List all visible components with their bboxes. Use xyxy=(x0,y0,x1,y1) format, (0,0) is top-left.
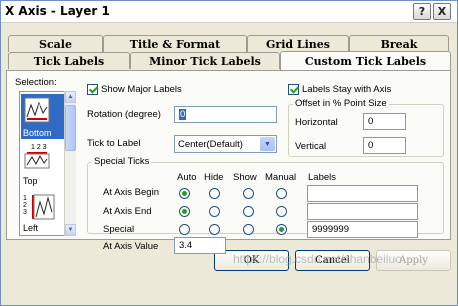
special-label-value: 9999999 xyxy=(312,224,349,235)
tab-label: Minor Tick Labels xyxy=(149,54,261,68)
tab-tick-labels[interactable]: Tick Labels xyxy=(8,52,130,69)
list-item-label: Bottom xyxy=(23,128,52,138)
vertical-offset-value: 0 xyxy=(368,140,374,151)
horizontal-offset-input[interactable]: 0 xyxy=(363,113,406,130)
selection-label: Selection: xyxy=(15,77,57,88)
close-icon: X xyxy=(437,5,447,18)
axis-begin-auto-radio[interactable] xyxy=(179,188,190,199)
axis-end-show-radio[interactable] xyxy=(243,206,254,217)
column-header-manual: Manual xyxy=(265,172,297,183)
tab-grid-lines[interactable]: Grid Lines xyxy=(247,35,349,52)
list-item-label: Left xyxy=(23,223,39,233)
list-scrollbar[interactable]: ▲ ▼ xyxy=(64,91,76,236)
axis-value-input[interactable]: 3.4 xyxy=(174,237,226,254)
column-header-labels: Labels xyxy=(308,172,336,183)
dropdown-arrow-icon[interactable]: ▼ xyxy=(260,137,275,151)
at-axis-value-label: At Axis Value xyxy=(103,241,159,252)
tab-title-format[interactable]: Title & Format xyxy=(103,35,247,52)
tab-label: Grid Lines xyxy=(266,37,330,51)
chevron-down-icon: ▼ xyxy=(67,227,74,233)
tab-custom-tick-labels[interactable]: Custom Tick Labels xyxy=(280,51,451,70)
axis-value: 3.4 xyxy=(179,240,193,251)
row-label-axis-end: At Axis End xyxy=(103,206,152,217)
scroll-thumb[interactable] xyxy=(65,105,76,151)
axis-dialog: X Axis - Layer 1 ? X Scale Title & Forma… xyxy=(0,0,458,306)
top-axis-icon xyxy=(24,152,50,169)
help-icon: ? xyxy=(418,5,426,18)
show-major-labels-checkbox[interactable] xyxy=(87,84,98,95)
axis-icon-digits: 1 2 3 xyxy=(31,144,47,151)
rotation-value: 0 xyxy=(179,109,187,120)
list-item-left[interactable]: 1 2 3 Left xyxy=(21,189,65,234)
row-label-axis-begin: At Axis Begin xyxy=(103,187,159,198)
horizontal-label: Horizontal xyxy=(295,117,338,128)
axis-end-hide-radio[interactable] xyxy=(209,206,220,217)
column-header-auto: Auto xyxy=(177,172,197,183)
axis-icon-digits: 1 2 3 xyxy=(32,101,48,108)
list-item-top[interactable]: 1 2 3 Top xyxy=(21,142,65,187)
horizontal-offset-value: 0 xyxy=(368,116,374,127)
axis-begin-label-input[interactable] xyxy=(307,185,418,202)
watermark: https://blog.csdn.net/zhanbeiluo xyxy=(233,252,402,266)
apply-button-label: Apply xyxy=(399,255,428,266)
tab-label: Tick Labels xyxy=(33,54,105,68)
axis-begin-show-radio[interactable] xyxy=(243,188,254,199)
axis-begin-hide-radio[interactable] xyxy=(209,188,220,199)
window-title: X Axis - Layer 1 xyxy=(5,4,110,18)
scroll-down-button[interactable]: ▼ xyxy=(65,224,76,236)
axis-icon-digits: 1 2 3 xyxy=(23,195,27,216)
axis-end-label-input[interactable] xyxy=(307,203,418,220)
rotation-label: Rotation (degree) xyxy=(87,109,161,120)
tab-scale[interactable]: Scale xyxy=(8,35,103,52)
tab-label: Title & Format xyxy=(129,37,221,51)
close-button[interactable]: X xyxy=(433,3,451,20)
tick-to-label-label: Tick to Label xyxy=(87,138,141,149)
tick-to-label-value: Center(Default) xyxy=(178,139,243,150)
special-manual-radio[interactable] xyxy=(276,224,287,235)
axis-end-manual-radio[interactable] xyxy=(276,206,287,217)
show-major-labels-label: Show Major Labels xyxy=(101,84,182,95)
help-button[interactable]: ? xyxy=(413,3,431,20)
tab-break[interactable]: Break xyxy=(349,35,449,52)
labels-stay-with-axis-label: Labels Stay with Axis xyxy=(302,84,392,95)
vertical-offset-input[interactable]: 0 xyxy=(363,137,406,154)
special-show-radio[interactable] xyxy=(243,224,254,235)
labels-stay-with-axis-checkbox[interactable] xyxy=(288,84,299,95)
tab-minor-tick-labels[interactable]: Minor Tick Labels xyxy=(130,52,280,69)
column-header-show: Show xyxy=(233,172,257,183)
title-bar: X Axis - Layer 1 ? X xyxy=(1,1,457,23)
list-item-bottom[interactable]: 1 2 3 Bottom xyxy=(21,94,65,139)
rotation-input[interactable]: 0 xyxy=(174,106,277,123)
axis-end-auto-radio[interactable] xyxy=(179,206,190,217)
row-label-special: Special xyxy=(103,224,135,235)
vertical-label: Vertical xyxy=(295,141,327,152)
special-auto-radio[interactable] xyxy=(179,224,190,235)
list-item-label: Top xyxy=(23,176,38,186)
tab-label: Break xyxy=(380,37,418,51)
left-axis-icon xyxy=(32,194,55,220)
special-hide-radio[interactable] xyxy=(209,224,220,235)
tick-to-label-select[interactable]: Center(Default) ▼ xyxy=(174,135,277,153)
special-label-input[interactable]: 9999999 xyxy=(307,221,418,238)
column-header-hide: Hide xyxy=(204,172,224,183)
special-ticks-title: Special Ticks xyxy=(92,156,152,167)
scroll-up-button[interactable]: ▲ xyxy=(65,91,76,103)
offset-group: Offset in % Point Size Horizontal 0 Vert… xyxy=(288,98,444,157)
axis-begin-manual-radio[interactable] xyxy=(276,188,287,199)
chevron-up-icon: ▲ xyxy=(67,94,74,100)
offset-group-title: Offset in % Point Size xyxy=(293,98,389,109)
tab-label: Scale xyxy=(39,37,72,51)
tab-label: Custom Tick Labels xyxy=(304,54,427,68)
